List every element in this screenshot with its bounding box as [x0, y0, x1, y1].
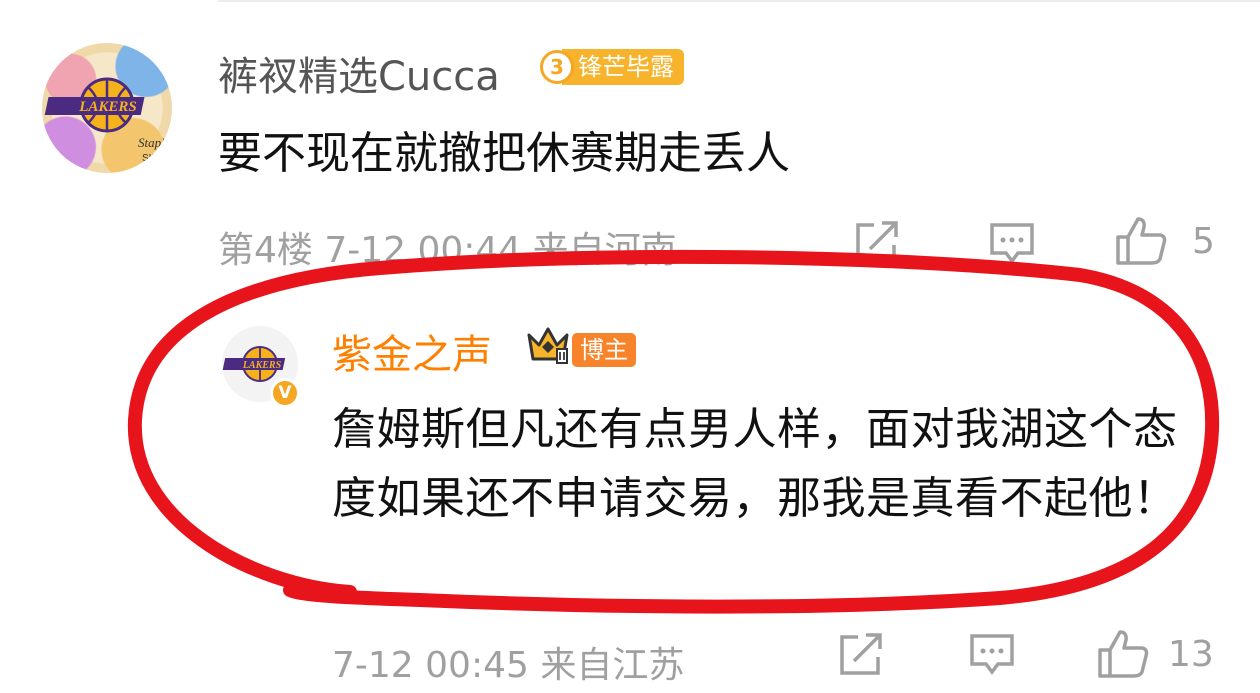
comment-button[interactable]	[988, 221, 1036, 267]
reply-username[interactable]: 紫金之声	[332, 322, 492, 380]
role-badge: 博主	[572, 333, 636, 367]
user-avatar[interactable]: LAKERS Staples SINCE	[42, 43, 172, 173]
like-button[interactable]: 13	[1096, 628, 1214, 680]
share-icon	[840, 633, 882, 675]
svg-text:SINCE: SINCE	[142, 153, 172, 164]
level-badge-label: 锋芒毕露	[562, 49, 684, 85]
comment-username[interactable]: 裤衩精选Cucca	[218, 44, 500, 102]
crown-icon	[525, 323, 571, 369]
lakers-logo-icon: LAKERS Staples SINCE	[44, 77, 172, 164]
divider	[218, 0, 1260, 2]
thumbs-up-icon	[1116, 217, 1167, 265]
comment-meta: 第4楼 7-12 00:44 来自河南	[218, 230, 677, 271]
thumbs-up-icon	[1098, 630, 1149, 678]
like-count: 13	[1168, 633, 1214, 675]
comment-icon	[970, 634, 1014, 675]
share-icon	[856, 221, 898, 263]
like-button[interactable]: 5	[1114, 215, 1215, 267]
like-count: 5	[1192, 220, 1215, 262]
reply-text: 詹姆斯但凡还有点男人样，面对我湖这个态度如果还不申请交易，那我是真看不起他！	[332, 404, 1178, 524]
comment-icon	[990, 223, 1034, 264]
svg-text:LAKERS: LAKERS	[242, 360, 282, 371]
verified-badge: V	[270, 378, 300, 408]
comment-button[interactable]	[968, 632, 1016, 678]
share-button[interactable]	[836, 632, 886, 678]
level-number: 3	[540, 50, 574, 84]
svg-text:LAKERS: LAKERS	[78, 99, 137, 115]
comment-text: 要不现在就撤把休赛期走丢人	[218, 128, 790, 179]
level-badge: 3 锋芒毕露	[540, 48, 684, 86]
svg-text:Staples: Staples	[138, 135, 172, 150]
share-button[interactable]	[852, 220, 902, 266]
reply-meta: 7-12 00:45 来自江苏	[332, 645, 685, 686]
